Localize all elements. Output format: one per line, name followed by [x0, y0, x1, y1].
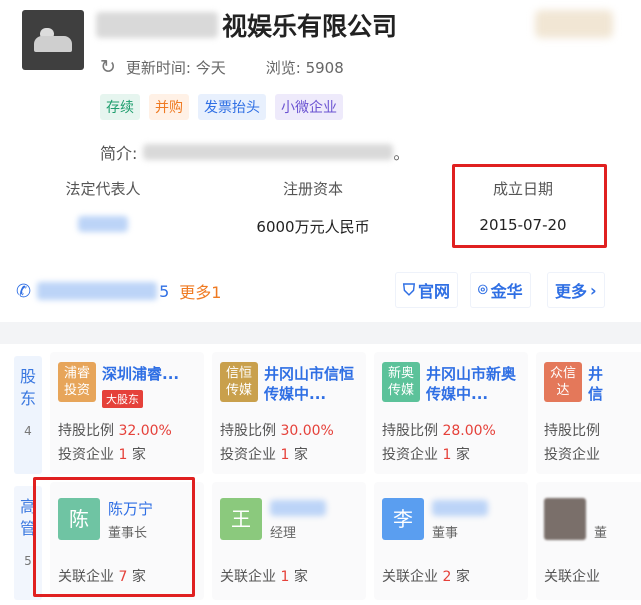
legal-rep-redacted — [78, 216, 128, 232]
share-ratio: 持股比例 32.00% — [58, 423, 172, 439]
avatar-photo — [544, 498, 586, 540]
executive-role: 董事 — [432, 526, 459, 541]
section-divider — [0, 322, 641, 344]
share-ratio: 持股比例 — [544, 423, 600, 439]
phone-redacted — [37, 282, 158, 300]
company-name: 视娱乐有限公司 — [96, 8, 397, 42]
avatar: 王 — [220, 498, 262, 540]
tag-status[interactable]: 存续 — [100, 94, 140, 120]
invested-count: 投资企业 1 家 — [220, 447, 308, 463]
shareholder-name[interactable]: 深圳浦睿... — [102, 364, 179, 384]
status-tags: 存续 并购 发票抬头 小微企业 — [100, 94, 343, 120]
shareholder-card[interactable]: 众信达 井信 持股比例 投资企业 — [536, 352, 641, 474]
executive-role: 董 — [594, 526, 608, 541]
shareholder-card[interactable]: 新奥 传媒 井冈山市新奥传媒中... 持股比例 28.00% 投资企业 1 家 — [374, 352, 528, 474]
highlight-founded — [452, 164, 607, 248]
shareholder-name[interactable]: 井冈山市新奥传媒中... — [426, 364, 524, 404]
shareholder-name[interactable]: 井信 — [588, 364, 608, 404]
associated-count: 关联企业 2 家 — [382, 569, 470, 585]
phone-icon[interactable]: ✆ — [16, 281, 31, 302]
shareholders-label[interactable]: 股东 4 — [14, 356, 42, 474]
refresh-icon[interactable]: ↻ — [100, 56, 116, 78]
executive-card[interactable]: 李 董事 关联企业 2 家 — [374, 482, 528, 600]
view-count: 浏览: 5908 — [265, 58, 344, 77]
invested-count: 投资企业 — [544, 447, 600, 463]
shareholder-logo: 新奥 传媒 — [382, 362, 420, 402]
shield-check-icon: ⛉ — [403, 280, 416, 299]
website-button[interactable]: ⛉ 官网 — [395, 272, 459, 308]
shareholder-logo: 信恒 传媒 — [220, 362, 258, 402]
shareholder-card[interactable]: 浦睿 投资 深圳浦睿... 大股东 持股比例 32.00% 投资企业 1 家 — [50, 352, 204, 474]
update-time: 更新时间: 今天 — [125, 58, 226, 77]
name-redacted — [432, 500, 488, 516]
name-redacted — [270, 500, 326, 516]
location-pin-icon: ⌾ — [478, 280, 488, 299]
share-ratio: 持股比例 30.00% — [220, 423, 334, 439]
avatar: 李 — [382, 498, 424, 540]
intro-redacted — [143, 144, 394, 160]
shareholder-logo: 众信达 — [544, 362, 582, 402]
tag-merger[interactable]: 并购 — [149, 94, 189, 120]
highlight-executive — [33, 477, 195, 597]
shareholder-name[interactable]: 井冈山市信恒传媒中... — [264, 364, 362, 404]
company-logo — [22, 10, 84, 70]
executive-card[interactable]: 董 关联企业 — [536, 482, 641, 600]
chevron-right-icon: › — [590, 280, 597, 300]
executive-role: 经理 — [270, 526, 297, 541]
follow-button[interactable] — [535, 10, 613, 38]
invested-count: 投资企业 1 家 — [58, 447, 146, 463]
more-button[interactable]: 更多 › — [547, 272, 605, 308]
tag-invoice[interactable]: 发票抬头 — [198, 94, 266, 120]
registered-capital: 注册资本 6000万元人民币 — [256, 180, 370, 236]
name-redacted — [96, 12, 218, 38]
location-button[interactable]: ⌾ 金华 — [470, 272, 531, 308]
associated-count: 关联企业 — [544, 569, 600, 585]
tag-smb[interactable]: 小微企业 — [275, 94, 343, 120]
company-intro[interactable]: 简介: 。 — [100, 140, 409, 164]
associated-count: 关联企业 1 家 — [220, 569, 308, 585]
shareholder-card[interactable]: 信恒 传媒 井冈山市信恒传媒中... 持股比例 30.00% 投资企业 1 家 — [212, 352, 366, 474]
major-shareholder-badge: 大股东 — [102, 390, 143, 408]
meta-row: ↻ 更新时间: 今天 浏览: 5908 — [100, 56, 344, 78]
more-phones-link[interactable]: 更多1 — [179, 279, 221, 303]
executive-card[interactable]: 王 经理 关联企业 1 家 — [212, 482, 366, 600]
share-ratio: 持股比例 28.00% — [382, 423, 496, 439]
invested-count: 投资企业 1 家 — [382, 447, 470, 463]
shareholder-logo: 浦睿 投资 — [58, 362, 96, 402]
legal-rep[interactable]: 法定代表人 — [58, 178, 148, 232]
